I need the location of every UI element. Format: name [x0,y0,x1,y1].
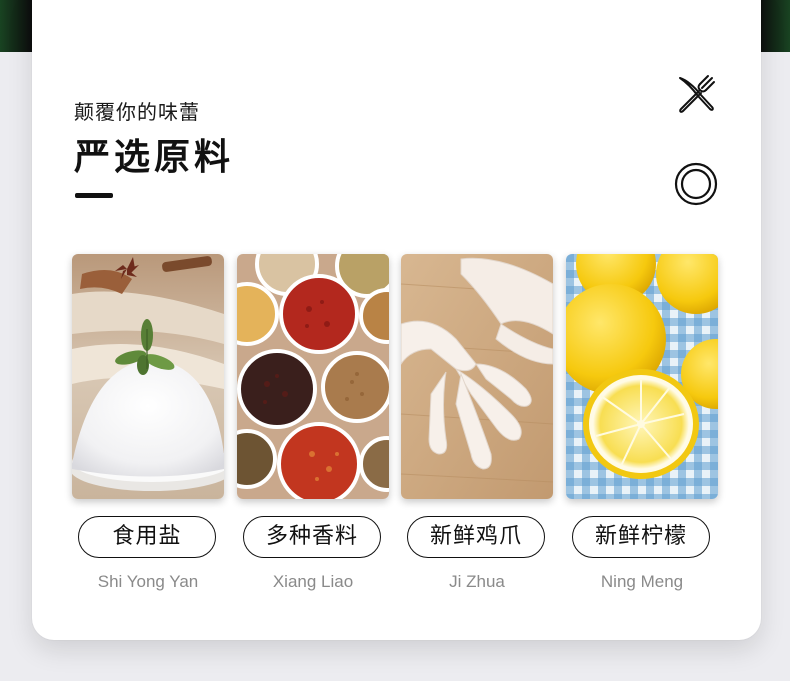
top-banner-glow-left [0,0,30,52]
plate-icon [674,162,718,206]
top-banner-glow-right [760,0,790,52]
ingredient-item-spices: 多种香料 Xiang Liao [237,254,389,591]
salt-photo [72,254,224,499]
section-subtitle: 颠覆你的味蕾 [74,100,200,124]
title-underline-bar [75,193,113,198]
ingredient-item-chicken-feet: 新鲜鸡爪 Ji Zhua [401,254,553,591]
ingredient-label-lemon: 新鲜柠檬 [572,516,710,558]
ingredient-item-lemon: 新鲜柠檬 Ning Meng [566,254,718,591]
ingredient-item-salt: 食用盐 Shi Yong Yan [72,254,224,591]
lemon-photo [566,254,718,499]
ingredients-card: 颠覆你的味蕾 严选原料 食用盐 Shi Yong Yan 多种香料 Xiang … [32,0,761,640]
spices-photo [237,254,389,499]
ingredient-pinyin-chicken-feet: Ji Zhua [449,572,505,591]
ingredient-label-salt: 食用盐 [78,516,216,558]
ingredient-label-spices: 多种香料 [243,516,381,558]
fork-knife-icon [676,74,716,114]
ingredient-pinyin-spices: Xiang Liao [272,572,354,591]
ingredient-label-chicken-feet: 新鲜鸡爪 [407,516,545,558]
ingredient-pinyin-lemon: Ning Meng [600,572,684,591]
ingredient-pinyin-salt: Shi Yong Yan [97,572,199,591]
ingredient-list: 食用盐 Shi Yong Yan 多种香料 Xiang Liao 新鲜鸡爪 Ji… [72,254,722,599]
section-title: 严选原料 [74,137,235,178]
chicken-feet-photo [401,254,553,499]
